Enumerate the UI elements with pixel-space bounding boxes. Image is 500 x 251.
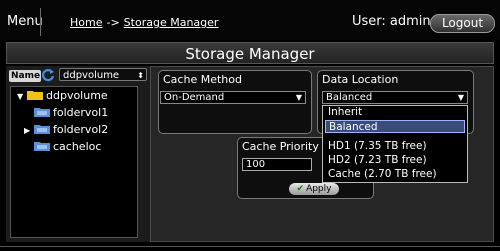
cache-method-value: On-Demand bbox=[164, 92, 225, 103]
dropdown-option-inherit[interactable]: Inherit bbox=[328, 106, 362, 118]
menu-divider bbox=[40, 8, 41, 36]
apply-button[interactable]: ✔ Apply bbox=[289, 183, 339, 195]
volume-folder-icon bbox=[34, 125, 50, 134]
data-location-value: Balanced bbox=[326, 92, 373, 103]
breadcrumb-home-link[interactable]: Home bbox=[70, 16, 102, 29]
volume-folder-icon bbox=[34, 108, 50, 117]
apply-label: Apply bbox=[306, 184, 332, 194]
page-title: Storage Manager bbox=[6, 42, 494, 64]
tree-item-label: cacheloc bbox=[53, 140, 102, 153]
cache-method-title: Cache Method bbox=[163, 73, 242, 86]
tree-item-ddpvolume[interactable]: ▼ ddpvolume bbox=[17, 89, 108, 103]
logout-button[interactable]: Logout bbox=[430, 14, 495, 33]
expand-triangle-icon[interactable]: ▶ bbox=[24, 124, 34, 138]
collapse-triangle-icon[interactable]: ▼ bbox=[17, 90, 27, 104]
volume-select-value: ddpvolume bbox=[63, 70, 120, 81]
tree-item-foldervol2[interactable]: ▶ foldervol2 bbox=[24, 123, 108, 137]
breadcrumb-separator: -> bbox=[106, 16, 120, 29]
bottom-divider bbox=[0, 246, 500, 247]
data-location-title: Data Location bbox=[322, 73, 399, 86]
breadcrumb: Home -> Storage Manager bbox=[70, 16, 218, 29]
breadcrumb-current-link[interactable]: Storage Manager bbox=[124, 16, 219, 29]
dropdown-option-cache[interactable]: Cache (2.70 TB free) bbox=[328, 168, 437, 180]
cache-priority-title: Cache Priority bbox=[242, 140, 319, 153]
dropdown-option-hd1[interactable]: HD1 (7.35 TB free) bbox=[328, 140, 427, 152]
volume-folder-icon bbox=[34, 142, 50, 151]
data-location-select[interactable]: Balanced ▼ bbox=[322, 91, 468, 104]
cache-method-select[interactable]: On-Demand ▼ bbox=[160, 91, 306, 104]
name-label: Name bbox=[9, 70, 41, 82]
tree-item-label: foldervol2 bbox=[53, 123, 109, 136]
tree-item-foldervol1[interactable]: foldervol1 bbox=[24, 106, 108, 120]
chevron-updown-icon: ⬍ bbox=[137, 71, 144, 80]
checkmark-icon: ✔ bbox=[296, 184, 305, 194]
folder-icon bbox=[27, 91, 43, 100]
chevron-down-icon: ▼ bbox=[295, 93, 302, 102]
tree-item-label: foldervol1 bbox=[53, 106, 109, 119]
dropdown-option-hd2[interactable]: HD2 (7.23 TB free) bbox=[328, 154, 427, 166]
user-label: User: admin bbox=[352, 14, 431, 29]
refresh-icon[interactable] bbox=[41, 68, 55, 82]
dropdown-option-balanced[interactable]: Balanced bbox=[325, 120, 465, 133]
data-location-dropdown-list: Inherit Balanced HD1 (7.35 TB free) HD2 … bbox=[322, 105, 468, 183]
volume-select[interactable]: ddpvolume ⬍ bbox=[59, 68, 147, 81]
cache-priority-input[interactable]: 100 bbox=[242, 158, 312, 171]
tree-item-cacheloc[interactable]: cacheloc bbox=[24, 140, 101, 154]
tree-item-label: ddpvolume bbox=[46, 89, 108, 102]
menu-button[interactable]: Menu bbox=[7, 14, 43, 29]
chevron-down-icon: ▼ bbox=[457, 93, 464, 102]
